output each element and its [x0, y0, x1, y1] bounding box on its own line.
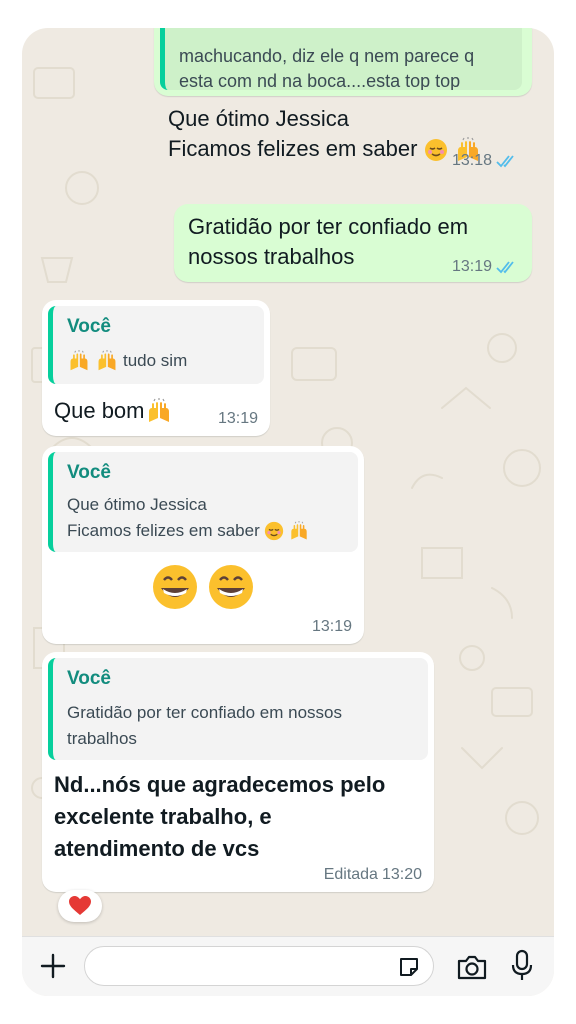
composer-bar	[22, 936, 554, 996]
quoted-text-line: Ficamos felizes em saber	[67, 518, 310, 543]
message-meta: 13:19	[452, 258, 518, 276]
message-text-line: excelente trabalho, e	[54, 804, 272, 829]
camera-icon[interactable]	[456, 953, 488, 981]
message-time: 13:20	[381, 866, 422, 883]
quoted-message[interactable]: Você tudo sim	[48, 306, 264, 384]
relieved-face-icon	[424, 139, 447, 162]
plus-icon[interactable]	[38, 951, 68, 981]
message-bubble[interactable]: Gratidão por ter confiado em nossos trab…	[174, 204, 532, 282]
reaction-badge[interactable]	[58, 890, 102, 922]
message-list[interactable]: machucando, diz ele q nem parece q esta …	[22, 28, 554, 936]
message-input[interactable]	[84, 946, 434, 986]
quoted-text-line: machucando, diz ele q nem parece q	[179, 46, 475, 66]
message-bubble[interactable]: Você tudo sim Que bom 13:19	[42, 300, 270, 436]
message-text: Que bom	[54, 398, 145, 423]
message-bubble[interactable]: Você Gratidão por ter confiado em nossos…	[42, 652, 434, 892]
message-meta: Editada 13:20	[324, 866, 422, 884]
message-text-line: Ficamos felizes em saber	[168, 134, 482, 164]
quoted-text: Ficamos felizes em saber	[67, 521, 260, 540]
raising-hands-icon	[148, 398, 169, 422]
quoted-text-line: trabalhos	[67, 729, 137, 748]
message-text-line: Gratidão por ter confiado em	[188, 214, 469, 239]
raising-hands-icon	[70, 349, 88, 370]
relieved-face-icon	[264, 521, 283, 540]
grinning-face-icon	[209, 565, 253, 609]
message-time: 13:19	[451, 258, 492, 275]
quoted-message[interactable]: machucando, diz ele q nem parece q esta …	[160, 28, 522, 90]
message-text: Ficamos felizes em saber	[168, 136, 418, 161]
quoted-message[interactable]: Você Que ótimo Jessica Ficamos felizes e…	[48, 452, 358, 552]
red-heart-icon	[69, 896, 91, 915]
quoted-text-line: esta com nd na boca....esta top top	[179, 71, 461, 90]
raising-hands-icon	[98, 349, 116, 370]
read-ticks-icon	[496, 155, 514, 168]
quoted-text-line: Gratidão por ter confiado em nossos	[67, 703, 342, 722]
quoted-message[interactable]: Você Gratidão por ter confiado em nossos…	[48, 658, 428, 760]
message-bubble[interactable]: machucando, diz ele q nem parece q esta …	[154, 28, 532, 169]
message-meta: 13:19	[312, 618, 352, 636]
message-time: 13:19	[217, 410, 258, 427]
raising-hands-icon	[291, 520, 307, 539]
quoted-author: Você	[67, 462, 112, 483]
message-text-line: atendimento de vcs	[54, 836, 260, 861]
quoted-author: Você	[67, 316, 112, 337]
message-meta: 13:18	[452, 152, 518, 170]
quoted-text: tudo sim	[123, 351, 188, 370]
message-text-line: Que ótimo Jessica	[168, 106, 349, 131]
grinning-face-icon	[153, 565, 197, 609]
message-time: 13:19	[311, 618, 352, 635]
quoted-text-line: Que ótimo Jessica	[67, 495, 207, 514]
quoted-author: Você	[67, 668, 112, 689]
read-ticks-icon	[496, 261, 514, 274]
chat-screen: machucando, diz ele q nem parece q esta …	[22, 28, 554, 996]
message-time: 13:18	[451, 152, 492, 169]
edited-label: Editada	[323, 866, 378, 883]
sticker-icon[interactable]	[397, 955, 421, 979]
message-text-line: Nd...nós que agradecemos pelo	[54, 772, 386, 797]
message-meta: 13:19	[218, 410, 258, 428]
message-text-line: nossos trabalhos	[188, 244, 355, 269]
microphone-icon[interactable]	[510, 949, 534, 983]
message-bubble[interactable]: Você Que ótimo Jessica Ficamos felizes e…	[42, 446, 364, 644]
message-text-line: Que bom	[54, 396, 173, 426]
quoted-text-line: tudo sim	[67, 348, 187, 373]
